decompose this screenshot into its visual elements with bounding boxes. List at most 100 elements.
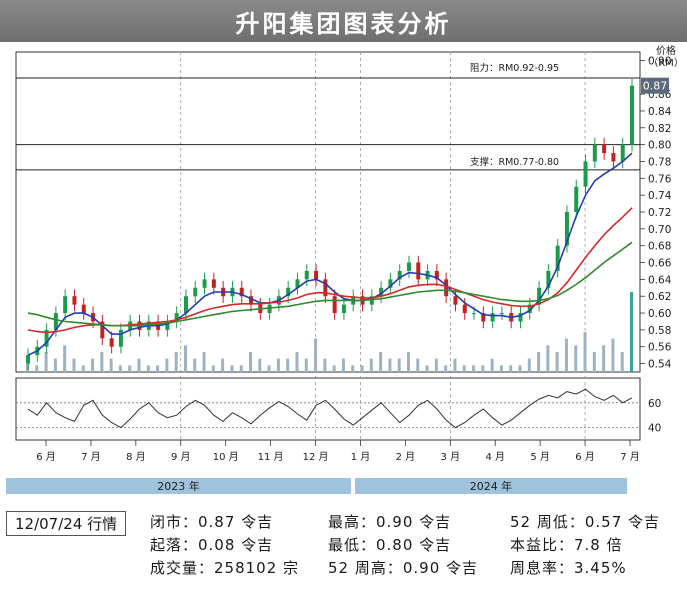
stat-low: 最低：0.80 令吉 bbox=[328, 536, 452, 554]
volume-bar bbox=[239, 365, 243, 372]
candle-body bbox=[72, 296, 77, 305]
stat-yield: 周息率：3.45% bbox=[510, 559, 627, 577]
volume-bar bbox=[314, 338, 318, 372]
candle-body bbox=[183, 296, 188, 314]
volume-bar bbox=[332, 365, 336, 372]
candle-body bbox=[406, 262, 411, 271]
volume-bar bbox=[230, 365, 234, 372]
y-tick-label: 0.60 bbox=[648, 308, 671, 320]
x-tick-label: 7 月 bbox=[620, 451, 640, 463]
volume-bar bbox=[323, 358, 327, 372]
volume-bar bbox=[453, 358, 457, 372]
candle-body bbox=[602, 144, 607, 154]
volume-bar bbox=[249, 352, 253, 372]
volume-bar bbox=[72, 358, 76, 372]
candle-body bbox=[499, 313, 504, 315]
volume-bar bbox=[286, 358, 290, 372]
volume-bar bbox=[574, 345, 578, 372]
volume-bar bbox=[91, 358, 95, 372]
stats-panel: 12/07/24 行情 闭市：0.87 令吉 最高：0.90 令吉 52 周低：… bbox=[0, 508, 687, 598]
volume-bar bbox=[546, 345, 550, 372]
volume-bar bbox=[490, 358, 494, 372]
volume-bar bbox=[434, 358, 438, 372]
volume-bar bbox=[202, 352, 206, 372]
stat-52w-high: 52 周高：0.90 令吉 bbox=[328, 559, 479, 577]
volume-bar bbox=[379, 352, 383, 372]
x-tick-label: 12 月 bbox=[303, 451, 329, 463]
year-label-2023: 2023 年 bbox=[157, 480, 200, 493]
candle-body bbox=[63, 296, 68, 314]
support-label: 支撑：RM0.77-0.80 bbox=[470, 156, 559, 168]
candle-body bbox=[462, 304, 467, 314]
candle-body bbox=[26, 355, 30, 364]
volume-bar bbox=[351, 365, 355, 372]
volume-bar bbox=[81, 365, 85, 372]
year-bar-2023: 2023 年 bbox=[6, 478, 351, 494]
stat-pe: 本益比：7.8 倍 bbox=[510, 536, 623, 554]
volume-bar bbox=[165, 358, 169, 372]
x-tick-label: 5 月 bbox=[530, 451, 550, 463]
chart-title: 升阳集团图表分析 bbox=[235, 9, 452, 38]
price-chart: 6 月 7 月 8 月 9 月 10 月 11 月 12 月 1 月 2 月 3 月 4 月 5 月 6… bbox=[15, 44, 684, 463]
candle-body bbox=[314, 270, 319, 280]
candle-body bbox=[592, 144, 597, 162]
volume-bar bbox=[481, 365, 485, 372]
oscillator-tick-label: 40 bbox=[648, 423, 661, 435]
volume-bar bbox=[193, 358, 197, 372]
volume-bar bbox=[304, 358, 308, 372]
oscillator-panel-frame bbox=[15, 377, 641, 441]
volume-bar bbox=[509, 365, 513, 372]
y-tick-label: 0.62 bbox=[648, 291, 671, 303]
volume-bar bbox=[109, 358, 113, 372]
volume-bar bbox=[425, 365, 429, 372]
y-tick-label: 0.58 bbox=[648, 325, 671, 337]
volume-bar bbox=[397, 358, 401, 372]
volume-bar bbox=[583, 332, 587, 372]
volume-bar bbox=[295, 352, 299, 372]
volume-bar bbox=[388, 358, 392, 372]
volume-bar bbox=[221, 358, 225, 372]
volume-bar bbox=[537, 352, 541, 372]
stat-change: 起落：0.08 令吉 bbox=[150, 536, 274, 554]
volume-bar bbox=[156, 365, 160, 372]
candle-body bbox=[583, 161, 588, 187]
volume-bar bbox=[472, 365, 476, 372]
y-tick-label: 0.84 bbox=[648, 106, 672, 118]
candle-body bbox=[416, 262, 421, 280]
volume-bar bbox=[211, 365, 215, 372]
volume-bar bbox=[592, 352, 596, 372]
volume-bar bbox=[183, 345, 187, 372]
y-tick-label: 0.64 bbox=[648, 274, 672, 286]
volume-bar bbox=[369, 358, 373, 372]
candle-body bbox=[611, 153, 616, 162]
candle-body bbox=[332, 296, 337, 314]
volume-bar bbox=[406, 352, 410, 372]
volume-bar bbox=[630, 292, 633, 372]
y-tick-label: 0.74 bbox=[648, 190, 672, 202]
stat-52w-low: 52 周低：0.57 令吉 bbox=[510, 513, 661, 531]
year-label-2024: 2024 年 bbox=[469, 480, 513, 493]
stat-high: 最高：0.90 令吉 bbox=[328, 513, 452, 531]
volume-bar bbox=[341, 358, 345, 372]
y-tick-label: 0.68 bbox=[648, 241, 671, 253]
volume-bar bbox=[444, 365, 448, 372]
volume-bar bbox=[518, 365, 522, 372]
candle-body bbox=[211, 279, 216, 288]
candle-body bbox=[620, 144, 625, 162]
candle-body bbox=[81, 304, 86, 314]
volume-bar bbox=[35, 365, 39, 372]
volume-bar bbox=[499, 365, 503, 372]
x-tick-label: 10 月 bbox=[213, 451, 239, 463]
candle-body bbox=[453, 296, 458, 305]
x-tick-label: 7 月 bbox=[81, 451, 101, 463]
y-axis-title: （RM） bbox=[648, 57, 684, 69]
y-tick-label: 0.72 bbox=[648, 207, 671, 219]
x-tick-label: 6 月 bbox=[36, 451, 56, 463]
current-price-label: 0.87 bbox=[643, 80, 668, 93]
volume-bar bbox=[555, 352, 559, 372]
volume-bar bbox=[258, 358, 262, 372]
candle-body bbox=[490, 313, 495, 322]
volume-bar bbox=[137, 358, 141, 372]
y-tick-label: 0.80 bbox=[648, 140, 671, 152]
stat-close: 闭市：0.87 令吉 bbox=[150, 513, 274, 531]
